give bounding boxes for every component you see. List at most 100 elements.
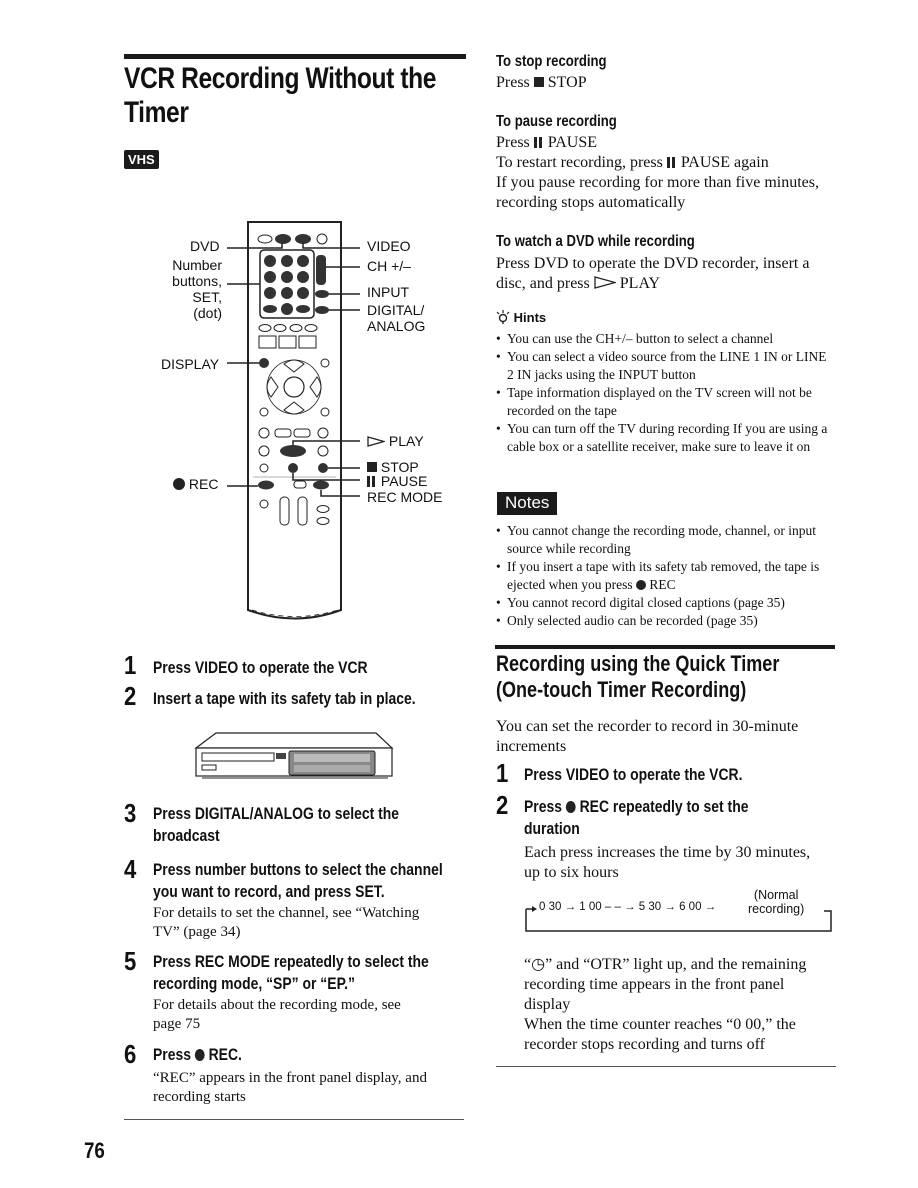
hint-item: You can turn off the TV during recording…: [496, 420, 836, 456]
hints-header: Hints: [496, 310, 546, 325]
qt-after-line: “◷” and “OTR” light up, and the remainin…: [524, 956, 807, 973]
quick-timer-top-rule: [495, 645, 835, 649]
step-2-heading: Insert a tape with its safety tab in pla…: [153, 689, 416, 708]
page-title-line-1: VCR Recording Without the: [124, 62, 437, 95]
qt-step-2-number: 2: [496, 790, 509, 820]
step-5-number: 5: [124, 946, 137, 976]
record-dot-icon: [173, 478, 185, 490]
pause-line-3: If you pause recording for more than fiv…: [496, 174, 820, 191]
qt-step-2-heading-line: duration: [524, 819, 580, 838]
note-item: You cannot change the recording mode, ch…: [496, 522, 836, 558]
sequence-end-line: recording): [748, 902, 805, 916]
label-display: DISPLAY: [161, 356, 220, 372]
sequence-end: (Normal recording): [748, 888, 804, 916]
rec-mode-button: [313, 480, 329, 490]
step-1-number: 1: [124, 650, 137, 680]
qt-step-1-heading: Press VIDEO to operate the VCR.: [524, 765, 743, 784]
qt-after-line: When the time counter reaches “0 00,” th…: [524, 1016, 796, 1033]
pause-line-2-pre: To restart recording, press: [496, 154, 663, 171]
pause-line-2-post: PAUSE again: [680, 154, 769, 171]
label-play: PLAY: [367, 433, 424, 449]
qt-step-2-heading: Press REC repeatedly to set the duration: [524, 796, 748, 840]
step-3-heading: Press DIGITAL/ANALOG to select the broad…: [153, 803, 399, 847]
label-number-line: SET,: [192, 289, 222, 305]
hint-item: You can use the CH+/– button to select a…: [496, 330, 836, 348]
pause-icon-bar: [671, 157, 675, 168]
step-2-number: 2: [124, 681, 137, 711]
quick-timer-heading-line: (One-touch Timer Recording): [496, 677, 747, 702]
qt-after-line: recording time appears in the front pane…: [524, 976, 785, 993]
rec-button: [258, 480, 274, 490]
quick-timer-intro: You can set the recorder to record in 30…: [496, 717, 798, 757]
pause-line-2: To restart recording, press PAUSE again: [496, 153, 819, 173]
play-icon: [367, 436, 385, 447]
record-dot-icon: [194, 1049, 205, 1061]
play-button: [280, 445, 306, 457]
page-title: VCR Recording Without the Timer: [124, 62, 468, 130]
step-6-body: “REC” appears in the front panel display…: [153, 1069, 427, 1107]
step-3-heading-line: broadcast: [153, 826, 220, 845]
label-number-buttons: Number buttons, SET, (dot): [170, 257, 222, 321]
digital-analog-button: [315, 306, 329, 314]
step-5-heading-line: Press REC MODE repeatedly to select the: [153, 952, 429, 971]
sequence-value: 1 00: [579, 901, 602, 913]
stop-icon: [533, 77, 544, 87]
step-4-heading: Press number buttons to select the chann…: [153, 859, 443, 903]
label-rec: REC: [173, 476, 218, 492]
watch-dvd-line-2: disc, and press PLAY: [496, 274, 809, 294]
hints-list: You can use the CH+/– button to select a…: [496, 330, 836, 456]
pause-icon: [533, 137, 537, 148]
quick-timer-intro-line: increments: [496, 738, 567, 755]
step-3-heading-line: Press DIGITAL/ANALOG to select the: [153, 804, 400, 823]
quick-timer-heading-line: Recording using the Quick Timer: [496, 651, 780, 676]
display-button: [259, 358, 269, 368]
label-video: VIDEO: [367, 238, 411, 254]
ch-rocker: [316, 255, 326, 285]
pause-line-1: Press PAUSE: [496, 133, 819, 153]
qt-after-line: recorder stops recording and turns off: [524, 1036, 765, 1053]
label-number-line: buttons,: [172, 273, 222, 289]
watch-dvd-line-2-post: PLAY: [619, 275, 661, 292]
label-number-line: Number: [172, 257, 222, 273]
input-button: [315, 290, 329, 298]
watch-dvd-line-1: Press DVD to operate the DVD recorder, i…: [496, 255, 810, 272]
step-4-number: 4: [124, 854, 137, 884]
step-1-heading: Press VIDEO to operate the VCR: [153, 658, 368, 677]
label-ch: CH +/–: [367, 258, 411, 274]
step-5-body-line: page 75: [153, 1016, 201, 1032]
label-digital-analog: DIGITAL/ ANALOG: [367, 302, 425, 334]
qt-step-2-heading-post: REC repeatedly to set the: [579, 797, 749, 816]
step-4-body: For details to set the channel, see “Wat…: [153, 904, 419, 942]
label-input: INPUT: [367, 284, 409, 300]
note-item: If you insert a tape with its safety tab…: [496, 558, 836, 594]
stop-button: [318, 463, 328, 473]
quick-timer-heading: Recording using the Quick Timer (One-tou…: [496, 651, 779, 703]
pause-recording-body: Press PAUSE To restart recording, press …: [496, 133, 819, 213]
stop-recording-body: Press STOP: [496, 73, 587, 93]
dashed-arrow-icon: – – →: [604, 901, 636, 913]
record-dot-icon: [565, 801, 576, 813]
right-bottom-rule: [496, 1066, 836, 1067]
step-6-heading-pre: Press: [153, 1045, 191, 1064]
hint-item: Tape information displayed on the TV scr…: [496, 384, 836, 420]
notes-badge: Notes: [497, 492, 558, 515]
sequence-end-line: (Normal: [753, 888, 799, 902]
dvd-button: [275, 234, 291, 244]
pause-line-1-pre: Press: [496, 134, 530, 151]
pause-line-1-post: PAUSE: [547, 134, 597, 151]
step-5-heading: Press REC MODE repeatedly to select the …: [153, 951, 429, 995]
sequence-value: 5 30: [638, 901, 662, 913]
duration-sequence: 0 30 → 1 00 – – → 5 30 → 6 00 → (Normal …: [524, 888, 836, 936]
qt-step-2-heading-line: Press REC repeatedly to set the: [524, 796, 748, 818]
watch-dvd-line-2-pre: disc, and press: [496, 275, 590, 292]
video-button: [295, 234, 311, 244]
step-6-heading-post: REC.: [208, 1045, 242, 1064]
qt-after-line: display: [524, 996, 571, 1013]
step-4-heading-line: Press number buttons to select the chann…: [153, 860, 443, 879]
arrow-right-icon: →: [704, 901, 717, 913]
pause-icon: [367, 476, 370, 487]
step-6-body-line: recording starts: [153, 1089, 246, 1105]
stop-body-pre: Press: [496, 74, 530, 91]
step-5-body-line: For details about the recording mode, se…: [153, 997, 401, 1013]
notes-list: You cannot change the recording mode, ch…: [496, 522, 836, 630]
